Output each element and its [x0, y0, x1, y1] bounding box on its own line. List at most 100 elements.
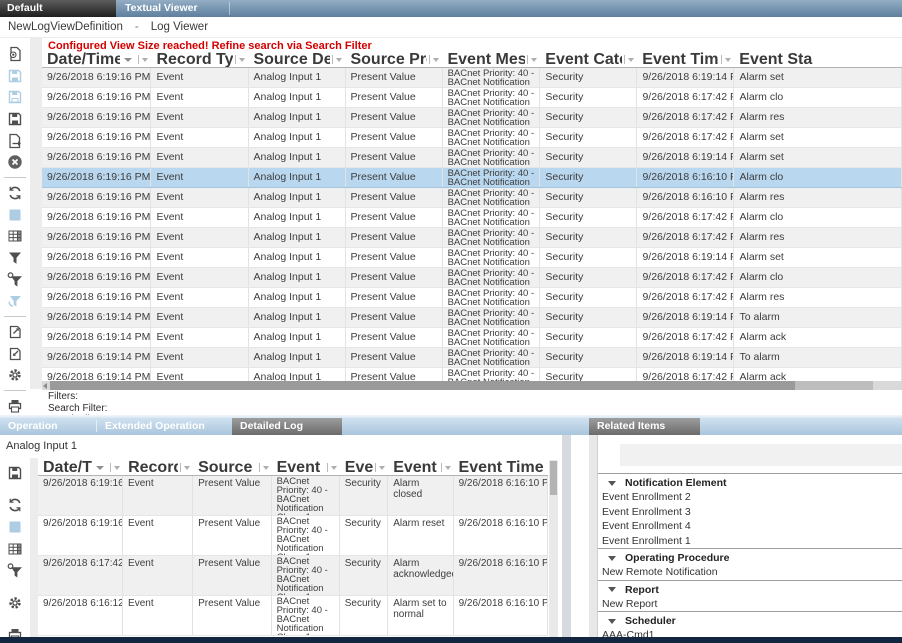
column-header-source-property[interactable]: Source Propert [193, 460, 272, 475]
table-row[interactable]: 9/26/2018 6:19:16 PM Event Analog Input … [42, 288, 902, 308]
stop-button[interactable] [5, 519, 25, 535]
table-row[interactable]: 9/26/2018 6:19:14 PM Event Analog Input … [42, 368, 902, 381]
related-item[interactable]: Event Enrollment 3 [598, 505, 902, 520]
filter-dropdown-icon[interactable] [110, 463, 120, 472]
filter-clear-button[interactable] [5, 293, 25, 311]
table-row[interactable]: 9/26/2018 6:19:14 PM Event Analog Input … [42, 328, 902, 348]
filter-dropdown-icon[interactable] [180, 463, 190, 472]
table-row[interactable]: 9/26/2018 6:19:16 PM Event Analog Input … [42, 88, 902, 108]
filter-settings-button[interactable] [5, 271, 25, 289]
filter-dropdown-icon[interactable] [721, 55, 731, 64]
table-row[interactable]: 9/26/2018 6:19:14 PM Event Analog Input … [42, 348, 902, 368]
table-row[interactable]: 9/26/2018 6:19:16 PM Event Analog Input … [42, 188, 902, 208]
delete-button[interactable] [5, 153, 25, 171]
column-header-event-message[interactable]: Event Messa [272, 460, 340, 475]
save-all-button[interactable] [5, 110, 25, 128]
export-button[interactable] [5, 323, 25, 341]
filter-dropdown-icon[interactable] [624, 55, 634, 64]
filter-dropdown-icon[interactable] [441, 463, 451, 472]
column-header-datetime[interactable]: Date/Time [42, 52, 151, 67]
filter-button[interactable] [5, 249, 25, 267]
related-item[interactable]: Event Enrollment 1 [598, 534, 902, 549]
section-header-report[interactable]: Report [598, 580, 902, 597]
filter-dropdown-icon[interactable] [527, 55, 537, 64]
settings-button[interactable] [5, 367, 25, 385]
column-header-event-time[interactable]: Event Time [454, 460, 548, 475]
table-row[interactable]: 9/26/2018 6:19:16 PM Event Present Value… [38, 516, 548, 556]
breadcrumb-view-name[interactable]: NewLogViewDefinition [8, 21, 123, 33]
table-row[interactable]: 9/26/2018 6:19:16 PM Event Present Value… [38, 476, 548, 516]
scrollbar-thumb[interactable] [550, 461, 557, 495]
scrollbar-track[interactable] [795, 381, 873, 390]
related-item[interactable]: New Report [598, 597, 902, 612]
related-item[interactable]: AAA-Cmd1 [598, 628, 902, 637]
section-header-notification-element[interactable]: Notification Element [598, 473, 902, 490]
section-header-operating-procedure[interactable]: Operating Procedure [598, 548, 902, 565]
export-log-button[interactable] [5, 132, 25, 150]
tab-default[interactable]: Default [0, 0, 116, 17]
table-row[interactable]: 9/26/2018 6:19:16 PM Event Analog Input … [42, 268, 902, 288]
filter-dropdown-icon[interactable] [235, 55, 245, 64]
column-header-record-type[interactable]: Record Type [123, 460, 193, 475]
horizontal-scrollbar[interactable] [42, 381, 902, 390]
column-header-source-description[interactable]: Source Description [248, 52, 345, 67]
breadcrumb-page-name[interactable]: Log Viewer [151, 21, 208, 33]
column-header-event-state[interactable]: Event Sta [734, 52, 902, 67]
table-row[interactable]: 9/26/2018 6:19:16 PM Event Analog Input … [42, 68, 902, 88]
related-item[interactable]: New Remote Notification [598, 565, 902, 580]
tab-detailed-log[interactable]: Detailed Log [232, 418, 342, 435]
cell-event-state: Alarm res [734, 188, 901, 207]
column-header-event-message[interactable]: Event Message Text [442, 52, 540, 67]
pane-splitter[interactable] [562, 435, 571, 637]
scrollbar-thumb[interactable] [50, 381, 795, 390]
save-button[interactable] [5, 465, 25, 481]
column-header-event-time[interactable]: Event Time [637, 52, 734, 67]
grid-view-button[interactable] [5, 227, 25, 245]
filter-dropdown-icon[interactable] [375, 463, 385, 472]
print-button[interactable] [5, 397, 25, 415]
table-row[interactable]: 9/26/2018 6:19:16 PM Event Analog Input … [42, 208, 902, 228]
save-as-button[interactable] [5, 88, 25, 106]
vertical-scrollbar[interactable] [549, 460, 558, 637]
column-header-datetime[interactable]: Date/Time [38, 460, 123, 475]
refresh-button[interactable] [5, 184, 25, 202]
table-row[interactable]: 9/26/2018 6:19:16 PM Event Analog Input … [42, 228, 902, 248]
pane-splitter[interactable] [589, 435, 597, 637]
new-log-view-button[interactable] [5, 45, 25, 63]
table-row[interactable]: 9/26/2018 6:19:16 PM Event Analog Input … [42, 128, 902, 148]
filter-dropdown-icon[interactable] [327, 463, 337, 472]
save-button[interactable] [5, 67, 25, 85]
column-header-record-type[interactable]: Record Type [151, 52, 248, 67]
filter-dropdown-icon[interactable] [332, 55, 342, 64]
related-item[interactable]: Event Enrollment 4 [598, 519, 902, 534]
tab-operation[interactable]: Operation [0, 418, 95, 435]
scrollbar-left-arrow-icon[interactable] [43, 383, 47, 389]
column-header-event-category[interactable]: Event C [340, 460, 388, 475]
table-row[interactable]: 9/26/2018 6:19:14 PM Event Analog Input … [42, 308, 902, 328]
import-button[interactable] [5, 345, 25, 363]
table-row[interactable]: 9/26/2018 6:17:42 PM Event Present Value… [38, 556, 548, 596]
table-row[interactable]: 9/26/2018 6:16:12 PM Event Present Value… [38, 596, 548, 636]
table-row[interactable]: 9/26/2018 6:19:16 PM Event Analog Input … [42, 148, 902, 168]
filter-dropdown-icon[interactable] [259, 463, 269, 472]
tab-extended-operation[interactable]: Extended Operation [97, 418, 230, 435]
settings-button[interactable] [5, 595, 25, 611]
tab-textual-viewer[interactable]: Textual Viewer [116, 0, 228, 17]
stop-button[interactable] [5, 206, 25, 224]
related-item[interactable]: Event Enrollment 2 [598, 490, 902, 505]
section-header-scheduler[interactable]: Scheduler [598, 611, 902, 628]
filter-dropdown-icon[interactable] [138, 55, 148, 64]
table-row[interactable]: 9/26/2018 6:19:16 PM Event Analog Input … [42, 108, 902, 128]
column-header-event-category[interactable]: Event Category [540, 52, 637, 67]
table-row[interactable]: 9/26/2018 6:19:16 PM Event Analog Input … [42, 168, 902, 188]
column-header-event-state[interactable]: Event State [388, 460, 453, 475]
table-row[interactable]: 9/26/2018 6:19:16 PM Event Analog Input … [42, 248, 902, 268]
grid-view-icon [7, 228, 23, 244]
column-header-source-property[interactable]: Source Property [345, 52, 442, 67]
refresh-button[interactable] [5, 497, 25, 513]
save-as-icon [7, 89, 23, 105]
filter-dropdown-icon[interactable] [429, 55, 439, 64]
tab-related-items[interactable]: Related Items [589, 418, 700, 435]
grid-view-button[interactable] [5, 541, 25, 557]
filter-settings-button[interactable] [5, 563, 25, 579]
